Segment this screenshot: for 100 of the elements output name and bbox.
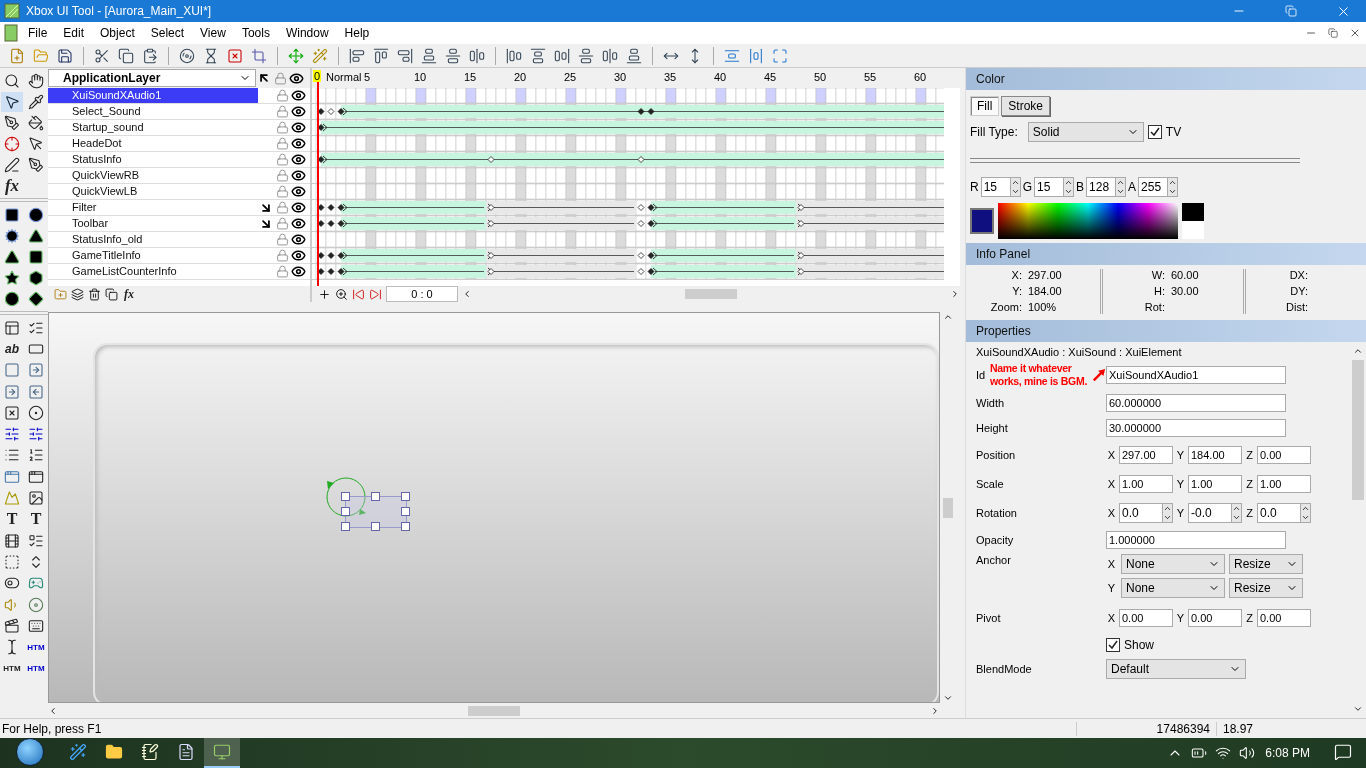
info-label: Rot: (1143, 301, 1165, 314)
menu-item[interactable]: Object (92, 26, 143, 40)
checkbox-label: TV (1165, 125, 1182, 139)
panel-header: Properties (966, 320, 1366, 342)
property-label: Anchor (976, 554, 1012, 566)
input-field[interactable]: 0.00 (1119, 609, 1173, 627)
spin-field[interactable]: 255 (1138, 177, 1169, 197)
input-field[interactable]: 184.00 (1188, 446, 1242, 464)
spin-field[interactable]: 128 (1086, 177, 1117, 197)
panel-header: Color (966, 68, 1366, 90)
channel-label: R (970, 180, 979, 194)
menu-item[interactable]: Edit (55, 26, 93, 40)
text-tool[interactable]: T (1, 509, 23, 530)
layer-row[interactable]: GameTitleInfo (48, 248, 310, 264)
frame-number: 50 (814, 71, 827, 83)
spin-field[interactable]: -0.0 (1188, 503, 1232, 523)
info-value: 297.00 (1028, 269, 1063, 282)
layer-name: Startup_sound (71, 120, 145, 135)
menu-item[interactable]: Tools (233, 26, 278, 40)
layer-row[interactable]: Select_Sound (48, 104, 310, 120)
menu-item[interactable]: Select (142, 26, 193, 40)
property-label: Pivot (976, 612, 1002, 624)
axis-label: Z (1245, 478, 1254, 490)
clock: 6:08 PM (1264, 746, 1311, 760)
input-field[interactable]: 1.00 (1188, 475, 1242, 493)
axis-label: Y (1106, 582, 1117, 594)
layer-name: QuickViewRB (71, 168, 141, 183)
layer-name: Select_Sound (71, 104, 142, 119)
tab[interactable]: Stroke (1001, 96, 1050, 116)
dropdown[interactable]: Default (1106, 659, 1246, 679)
html-tool[interactable]: HTM (1, 658, 23, 679)
dropdown[interactable]: Solid (1027, 122, 1144, 142)
frame-number: 45 (764, 71, 777, 83)
input-field[interactable]: 0.00 (1257, 446, 1311, 464)
axis-label: X (1106, 507, 1117, 519)
input-field[interactable]: 297.00 (1119, 446, 1173, 464)
input-field[interactable]: 1.00 (1119, 475, 1173, 493)
input-field[interactable]: 1.00 (1257, 475, 1311, 493)
menu-item[interactable]: View (192, 26, 234, 40)
layer-dropdown[interactable]: ApplicationLayer (48, 69, 256, 87)
spin-field[interactable]: 15 (1034, 177, 1064, 197)
frame-number: 10 (414, 71, 427, 83)
axis-label: X (1106, 612, 1117, 624)
info-label: DX: (1288, 269, 1308, 282)
property-label: Scale (976, 478, 1005, 490)
dropdown[interactable]: Resize (1229, 578, 1303, 598)
input-field[interactable]: 1.000000 (1106, 531, 1286, 549)
fx-button[interactable]: fx (122, 284, 136, 304)
axis-label: X (1106, 478, 1117, 490)
input-field[interactable]: 0.00 (1188, 609, 1242, 627)
input-field[interactable]: 0.00 (1257, 609, 1311, 627)
mode-label: Normal (326, 71, 362, 83)
channel-label: B (1076, 180, 1085, 194)
layer-row[interactable]: QuickViewLB (48, 184, 310, 200)
fx-tool[interactable]: fx (1, 175, 23, 196)
time-field[interactable]: 0 : 0 (386, 286, 458, 302)
layer-row[interactable]: StatusInfo_old (48, 232, 310, 248)
property-label: Rotation (976, 507, 1018, 519)
layer-row[interactable]: XuiSoundXAudio1 (48, 88, 310, 104)
axis-label: X (1106, 449, 1117, 461)
info-label: Y: (1011, 285, 1022, 298)
frame-number: 60 (914, 71, 927, 83)
info-value: 30.00 (1171, 285, 1200, 298)
input-field[interactable]: 30.000000 (1106, 419, 1286, 437)
dropdown[interactable]: None (1121, 554, 1225, 574)
dropdown[interactable]: None (1121, 578, 1225, 598)
layer-row[interactable]: GameListCounterInfo (48, 264, 310, 280)
field-label: Fill Type: (970, 125, 1018, 139)
spin-field[interactable]: 0.0 (1119, 503, 1163, 523)
spin-field[interactable]: 0.0 (1257, 503, 1301, 523)
axis-label: Y (1175, 507, 1186, 519)
layer-row[interactable]: QuickViewRB (48, 168, 310, 184)
axis-label: X (1106, 558, 1117, 570)
input-field[interactable]: XuiSoundXAudio1 (1106, 366, 1286, 384)
axis-label: Y (1175, 449, 1186, 461)
layer-name: Filter (71, 200, 98, 215)
tab[interactable]: Fill (970, 96, 1000, 116)
text-tool[interactable]: T (25, 509, 47, 530)
layer-row[interactable]: Toolbar (48, 216, 310, 232)
layer-row[interactable]: StatusInfo (48, 152, 310, 168)
menu-item[interactable]: Help (336, 26, 378, 40)
html-tool[interactable]: HTM (25, 658, 47, 679)
layer-row[interactable]: Filter (48, 200, 310, 216)
menu-item[interactable]: Window (277, 26, 337, 40)
html-tool[interactable]: HTM (25, 637, 47, 658)
frame-number: 5 (364, 71, 371, 83)
checkbox-label: Show (1124, 638, 1155, 652)
property-label: BlendMode (976, 663, 1033, 675)
input-field[interactable]: 60.000000 (1106, 394, 1286, 412)
layer-row[interactable]: Startup_sound (48, 120, 310, 136)
status-value: 17486394 (1076, 721, 1216, 736)
layer-row[interactable]: HeadeDot (48, 136, 310, 152)
dropdown[interactable]: Resize (1229, 554, 1303, 574)
spin-field[interactable]: 15 (980, 177, 1011, 197)
layer-name: XuiSoundXAudio1 (48, 88, 258, 103)
layer-name: Toolbar (71, 216, 110, 231)
text-tool[interactable]: ab (1, 338, 23, 359)
layer-name: StatusInfo_old (71, 232, 144, 247)
menu-item[interactable]: File (20, 26, 56, 40)
property-label: Position (976, 449, 1017, 461)
